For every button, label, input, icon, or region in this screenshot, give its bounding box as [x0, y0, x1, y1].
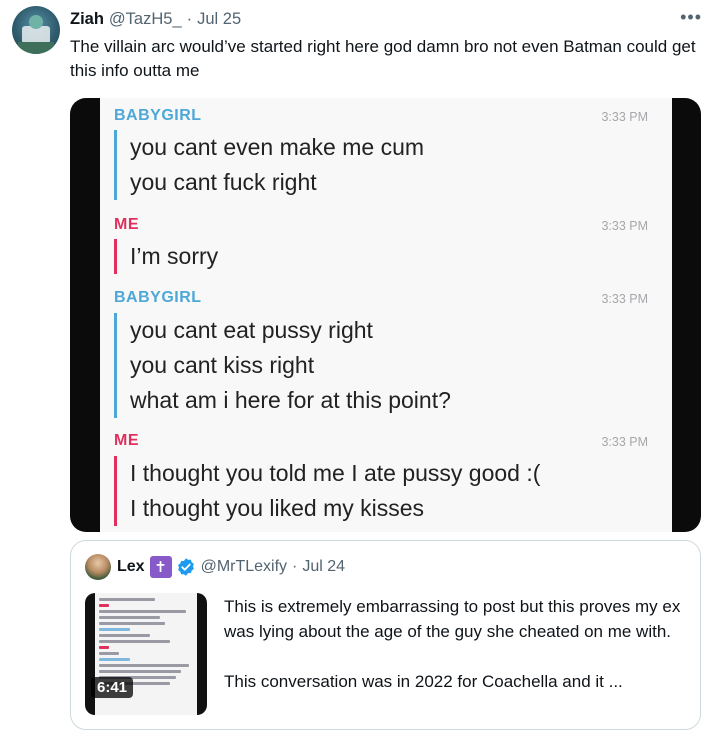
message-time: 3:33 PM: [601, 110, 648, 124]
quoted-author-handle[interactable]: @MrTLexify: [201, 558, 287, 576]
verified-badge-icon: [177, 558, 194, 576]
sender-label: ME: [114, 432, 139, 449]
quoted-text-paragraph: This conversation was in 2022 for Coache…: [224, 672, 623, 691]
chat-message: I thought you liked my kisses: [130, 495, 425, 521]
tweet-header: Ziah @TazH5_ · Jul 25: [70, 8, 241, 30]
quoted-author-avatar[interactable]: [85, 554, 111, 580]
quoted-author-name[interactable]: Lex: [117, 558, 145, 576]
header-separator: ·: [186, 9, 193, 28]
sender-label: BABYGIRL: [114, 107, 202, 124]
chat-message: I thought you told me I ate pussy good :…: [130, 460, 541, 486]
quoted-header-separator: ·: [292, 558, 298, 575]
quoted-tweet-date[interactable]: Jul 24: [302, 558, 345, 576]
chat-message: what am i here for at this point?: [130, 387, 451, 413]
chat-message: you cant fuck right: [130, 169, 317, 195]
video-duration: 6:41: [91, 677, 134, 698]
tweet-text: The villain arc would’ve started right h…: [70, 37, 696, 80]
message-group: you cant eat pussy right you cant kiss r…: [114, 313, 451, 418]
author-handle[interactable]: @TazH5_: [109, 10, 182, 29]
sender-label: ME: [114, 216, 139, 233]
quoted-tweet[interactable]: Lex ✝ @MrTLexify · Jul 24 6:41 This is e…: [70, 540, 701, 730]
message-group: you cant even make me cum you cant fuck …: [114, 130, 424, 200]
chat-message: I’m sorry: [130, 243, 219, 269]
author-name[interactable]: Ziah: [70, 10, 104, 29]
message-time: 3:33 PM: [601, 219, 648, 233]
chat-screenshot: BABYGIRL 3:33 PM you cant even make me c…: [100, 98, 672, 532]
message-group: I thought you told me I ate pussy good :…: [114, 456, 540, 526]
tweet-date[interactable]: Jul 25: [197, 10, 241, 29]
author-avatar[interactable]: [12, 6, 60, 54]
message-time: 3:33 PM: [601, 292, 648, 306]
cross-emoji-icon: ✝: [149, 556, 172, 578]
tweet[interactable]: Ziah @TazH5_ · Jul 25 ••• The villain ar…: [0, 0, 716, 740]
message-group: I’m sorry: [114, 239, 218, 274]
more-horizontal-icon[interactable]: •••: [680, 7, 702, 28]
sender-label: BABYGIRL: [114, 289, 202, 306]
message-time: 3:33 PM: [601, 435, 648, 449]
chat-message: you cant even make me cum: [130, 134, 425, 160]
quoted-text-paragraph: This is extremely embarrassing to post b…: [224, 597, 681, 641]
attached-screenshot[interactable]: BABYGIRL 3:33 PM you cant even make me c…: [70, 98, 701, 532]
quoted-tweet-header: Lex ✝ @MrTLexify · Jul 24: [85, 554, 345, 580]
quoted-tweet-text: This is extremely embarrassing to post b…: [224, 594, 689, 694]
chat-message: you cant eat pussy right: [130, 317, 373, 343]
chat-message: you cant kiss right: [130, 352, 315, 378]
